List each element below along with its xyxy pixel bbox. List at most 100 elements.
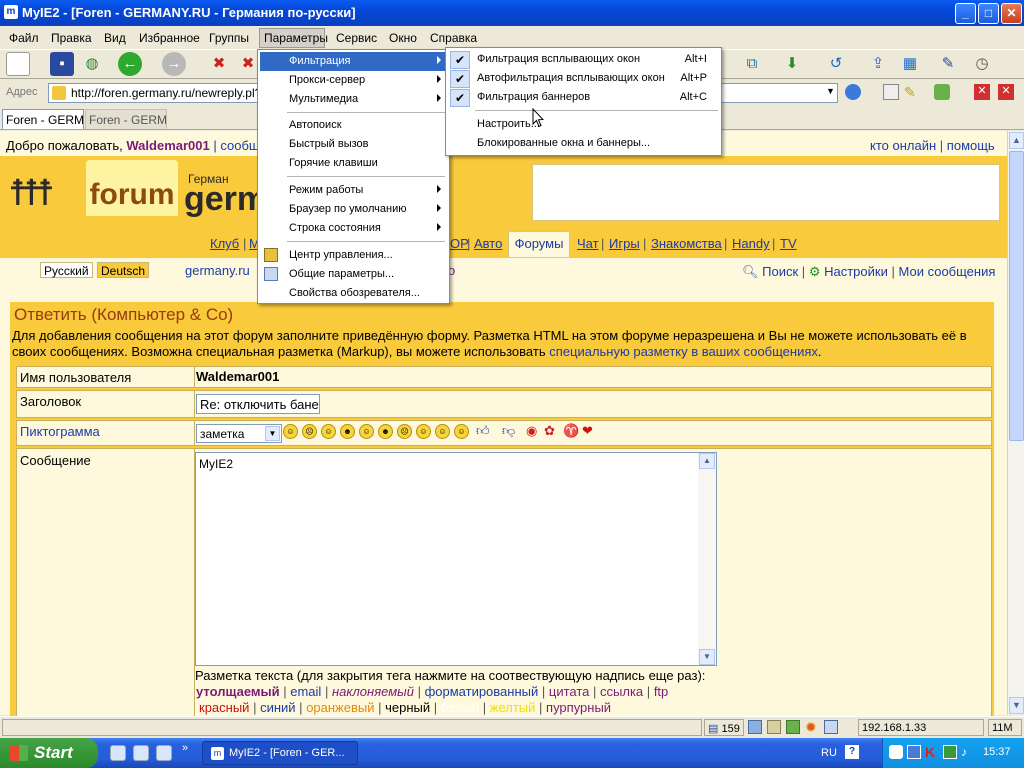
maximize-button[interactable]: □ [978, 3, 999, 24]
page-scrollbar[interactable]: ▲ ▼ [1007, 131, 1024, 715]
cup-icon[interactable]: ♈ [563, 423, 579, 439]
menu-item-quick-call[interactable]: Быстрый вызов [260, 135, 447, 154]
lang-deutsch-button[interactable]: Deutsch [97, 262, 150, 278]
edit-icon[interactable]: ✎ [936, 52, 960, 76]
nav-dating[interactable]: Знакомства [651, 236, 722, 251]
status-icon-2[interactable] [767, 720, 781, 734]
menu-item-autosearch[interactable]: Автопоиск [260, 116, 447, 135]
who-online-link[interactable]: кто онлайн [870, 138, 936, 153]
wink-icon[interactable]: ☺ [321, 424, 336, 439]
menu-item-multimedia[interactable]: Мультимедиа [260, 90, 447, 109]
nav-chat[interactable]: Чат [577, 236, 599, 251]
tray-myie-icon[interactable] [889, 745, 903, 759]
thumbs-down-icon[interactable]: 👎︎ [502, 423, 515, 439]
color-white-link[interactable]: белый [441, 700, 479, 715]
menu-item-proxy[interactable]: Прокси-сервер [260, 71, 447, 90]
nav-games[interactable]: Игры [609, 236, 640, 251]
menu-item-default-browser[interactable]: Браузер по умолчанию [260, 200, 447, 219]
tray-k-icon[interactable]: K [925, 744, 935, 760]
settings-icon[interactable]: ⚙ [809, 264, 821, 279]
markup-bold-link[interactable]: утолщаемый [196, 684, 280, 699]
nav-forums-tab[interactable]: Форумы [508, 231, 570, 257]
menu-item-work-mode[interactable]: Режим работы [260, 181, 447, 200]
menu-item-general-options[interactable]: Общие параметры... [260, 265, 447, 284]
search-link[interactable]: Поиск [762, 264, 798, 279]
upload-icon[interactable]: ⇪ [866, 52, 890, 76]
markup-ftp-link[interactable]: ftp [654, 684, 668, 699]
scroll-thumb[interactable] [1009, 151, 1024, 441]
plugin-icon[interactable] [934, 84, 950, 100]
markup-quote-link[interactable]: цитата [549, 684, 590, 699]
quicklaunch-explorer-icon[interactable] [110, 745, 126, 761]
start-button[interactable]: Start [0, 738, 98, 768]
cache-panel[interactable]: ▤ 159 [704, 719, 744, 736]
color-orange-link[interactable]: оранжевый [306, 700, 374, 715]
grid-icon[interactable]: ▦ [898, 52, 922, 76]
menu-item-control-center[interactable]: Центр управления... [260, 246, 447, 265]
app-icon[interactable]: m [4, 5, 18, 19]
menu-item-auto-popup-filter[interactable]: ✔ Автофильтрация всплывающих окон Alt+P [448, 69, 721, 88]
color-black-link[interactable]: черный [385, 700, 430, 715]
back-icon[interactable]: ← [118, 52, 142, 76]
status-icon-1[interactable] [748, 720, 762, 734]
minimize-button[interactable]: _ [955, 3, 976, 24]
new-window-icon[interactable]: ⧉ [740, 52, 764, 76]
color-purple-link[interactable]: пурпурный [546, 700, 611, 715]
heart-icon[interactable]: ❤ [582, 423, 593, 439]
nav-club[interactable]: Клуб [210, 236, 239, 251]
color-blue-link[interactable]: синий [260, 700, 295, 715]
status-gear-icon[interactable]: ✹ [805, 719, 817, 736]
download-icon[interactable]: ⬇ [780, 52, 804, 76]
help-tray-icon[interactable]: ? [845, 745, 859, 759]
highlight-icon[interactable]: ✎ [904, 84, 916, 101]
germany-ru-link[interactable]: germany.ru [185, 263, 250, 278]
stop-icon[interactable]: ✖ [207, 52, 231, 76]
markup-help-link[interactable]: специальную разметку в ваших сообщениях [549, 344, 818, 359]
tab-foren-2[interactable]: Foren - GERM... [85, 109, 167, 129]
markup-url-link[interactable]: ссылка [600, 684, 643, 699]
shock-icon[interactable]: ☺ [416, 424, 431, 439]
status-icon-4[interactable] [824, 720, 838, 734]
message-scrollbar[interactable]: ▲ ▼ [698, 453, 716, 665]
close-button[interactable]: ✕ [1001, 3, 1022, 24]
message-textarea[interactable]: MyIE2 [195, 452, 717, 666]
settings-link[interactable]: Настройки [824, 264, 888, 279]
menu-help[interactable]: Справка [430, 31, 477, 45]
ad-box[interactable] [532, 164, 1000, 221]
quicklaunch-more-icon[interactable]: » [182, 742, 188, 754]
laugh-icon[interactable]: ☻ [378, 424, 393, 439]
help-link[interactable]: помощь [947, 138, 995, 153]
nav-tv[interactable]: TV [780, 236, 797, 251]
subject-input[interactable]: Re: отключить банер [196, 394, 320, 414]
globe-icon[interactable]: ◍ [80, 52, 104, 76]
my-messages-link[interactable]: Мои сообщения [898, 264, 995, 279]
close-others-icon[interactable]: ✕ [998, 84, 1014, 100]
messages-link[interactable]: сообщ [220, 138, 259, 153]
close-all-icon[interactable]: ✕ [974, 84, 990, 100]
refresh-icon[interactable]: ↺ [824, 52, 848, 76]
markup-email-link[interactable]: email [290, 684, 321, 699]
lang-russian-button[interactable]: Русский [40, 262, 93, 278]
icon-label-link[interactable]: Пиктограмма [17, 421, 191, 442]
menu-params[interactable]: Параметры [264, 31, 328, 45]
lips-icon[interactable]: ◉ [526, 423, 537, 439]
address-dropdown-icon[interactable]: ▼ [826, 86, 835, 96]
color-red-link[interactable]: красный [199, 700, 249, 715]
nav-auto[interactable]: Авто [474, 236, 502, 251]
language-indicator[interactable]: RU [821, 747, 837, 759]
quicklaunch-desktop-icon[interactable] [156, 745, 172, 761]
menu-view[interactable]: Вид [104, 31, 126, 45]
menu-file[interactable]: Файл [9, 31, 39, 45]
forward-icon[interactable]: → [162, 52, 186, 76]
welcome-username[interactable]: Waldemar001 [126, 138, 209, 153]
menu-item-banner-filter[interactable]: ✔ Фильтрация баннеров Alt+C [448, 88, 721, 107]
search-engine-icon[interactable] [845, 84, 861, 100]
scroll-down-icon[interactable]: ▼ [699, 649, 715, 665]
sad-icon[interactable]: ☹ [302, 424, 317, 439]
flower-icon[interactable]: ✿ [544, 423, 555, 439]
tab-foren-1[interactable]: Foren - GERM... [2, 109, 84, 129]
icon-select[interactable]: заметка ▼ [196, 424, 282, 443]
quicklaunch-myie-icon[interactable] [133, 745, 149, 761]
tray-monitor-icon[interactable] [943, 745, 957, 759]
menu-item-popup-filter[interactable]: ✔ Фильтрация всплывающих окон Alt+I [448, 50, 721, 69]
